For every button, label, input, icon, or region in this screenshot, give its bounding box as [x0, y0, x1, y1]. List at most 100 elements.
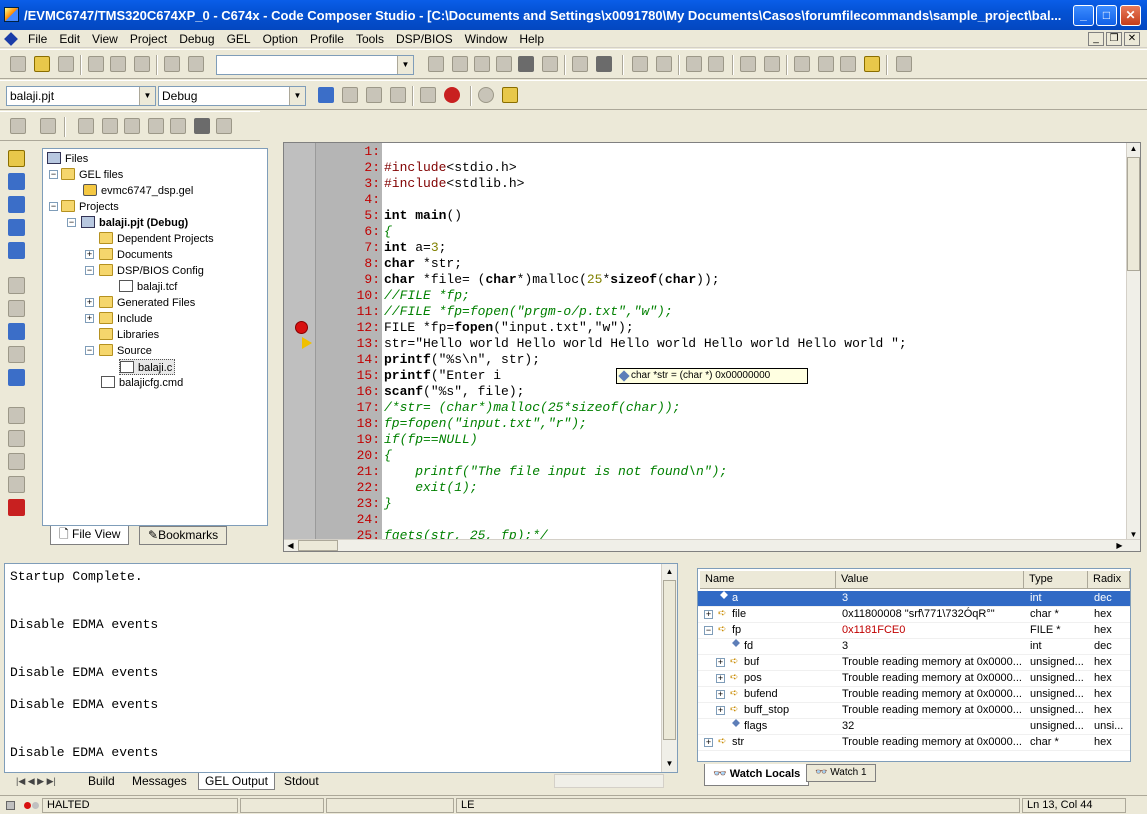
watch-row-str[interactable]: + ➪ str Trouble reading memory at 0x0000.…	[698, 735, 1130, 751]
tree-item-source-file[interactable]: balaji.c	[119, 359, 176, 375]
watch-row-buf[interactable]: + ➪ buf Trouble reading memory at 0x0000.…	[698, 655, 1130, 671]
set-pc-icon[interactable]	[8, 242, 25, 259]
watch-col-value[interactable]: Value	[836, 571, 1024, 589]
animate-icon[interactable]	[8, 369, 25, 386]
scroll-thumb[interactable]	[1127, 157, 1140, 271]
step-into-icon[interactable]	[8, 150, 25, 167]
menu-gel[interactable]: GEL	[221, 31, 257, 47]
project-combo[interactable]: balaji.pjt ▼	[6, 86, 156, 106]
print-icon[interactable]	[572, 56, 588, 72]
watch-col-radix[interactable]: Radix	[1088, 571, 1130, 589]
tab-file-view[interactable]: 🗋 File View	[50, 526, 130, 545]
tree-item-include[interactable]: Include	[99, 311, 152, 327]
replace-icon[interactable]	[542, 56, 558, 72]
copy-icon[interactable]	[110, 56, 126, 72]
align-right-icon[interactable]	[764, 56, 780, 72]
watch-row-pos[interactable]: + ➪ pos Trouble reading memory at 0x0000.…	[698, 671, 1130, 687]
pin-icon[interactable]	[794, 56, 810, 72]
collapse-icon[interactable]: −	[704, 626, 713, 635]
tree-item-source[interactable]: Source	[99, 343, 152, 359]
output-scrollbar[interactable]: ▲ ▼	[661, 564, 677, 772]
output-horizontal-scrollbar[interactable]	[554, 774, 664, 788]
menu-profile[interactable]: Profile	[304, 31, 350, 47]
disassembly-icon[interactable]	[124, 118, 140, 134]
collapse-icon[interactable]: −	[49, 202, 58, 211]
watch-row-file[interactable]: + ➪ file 0x11800008 "srf\771\732ÓqR°" char…	[698, 607, 1130, 623]
watch-window[interactable]: Name Value Type Radix a 3 int dec + ➪ file 0…	[697, 568, 1131, 762]
tree-item-documents[interactable]: Documents	[99, 247, 173, 263]
scroll-up-arrow-icon[interactable]: ▲	[1127, 143, 1140, 155]
scroll-right-arrow-icon[interactable]: ▶	[1113, 540, 1126, 552]
collapse-icon[interactable]: −	[85, 266, 94, 275]
tab-stdout[interactable]: Stdout	[278, 773, 325, 790]
menu-dspbios[interactable]: DSP/BIOS	[390, 31, 459, 47]
step-over-icon[interactable]	[8, 173, 25, 190]
scroll-thumb[interactable]	[663, 580, 676, 740]
breakpoints-window-icon[interactable]	[8, 430, 25, 447]
find-next-icon[interactable]	[452, 56, 468, 72]
expand-icon[interactable]: +	[85, 314, 94, 323]
run-to-cursor-icon[interactable]	[896, 56, 912, 72]
indent-right-icon[interactable]	[656, 56, 672, 72]
context-help-icon[interactable]	[596, 56, 612, 72]
tree-item-gel-file[interactable]: evmc6747_dsp.gel	[83, 183, 193, 199]
tab-nav-arrows-icon[interactable]: |◀ ◀ ▶ ▶|	[10, 773, 62, 790]
menu-option[interactable]: Option	[257, 31, 304, 47]
config-combo[interactable]: Debug ▼	[158, 86, 306, 106]
watch-row-bufend[interactable]: + ➪ bufend Trouble reading memory at 0x00…	[698, 687, 1130, 703]
watch-row-flags[interactable]: flags 32 unsigned... unsi...	[698, 719, 1130, 735]
glasses-icon[interactable]	[40, 118, 56, 134]
scroll-up-arrow-icon[interactable]: ▲	[663, 566, 676, 578]
find-icon[interactable]	[428, 56, 444, 72]
menu-help[interactable]: Help	[513, 31, 550, 47]
watch-row-a[interactable]: a 3 int dec	[698, 591, 1130, 607]
expand-icon[interactable]: +	[704, 738, 713, 747]
new-file-icon[interactable]	[10, 56, 26, 72]
code-area[interactable]: #include<stdio.h> #include<stdlib.h> int…	[382, 143, 1128, 541]
watch-window-icon[interactable]	[10, 118, 26, 134]
indent-left-icon[interactable]	[632, 56, 648, 72]
menu-project[interactable]: Project	[124, 31, 173, 47]
find-in-files-icon[interactable]	[496, 56, 512, 72]
code-editor[interactable]: 1: 2: 3: 4: 5: 6: 7: 8: 9: 10: 11: 12: 13: 14: 15: 16: 1…	[283, 142, 1141, 552]
tab-messages[interactable]: Messages	[126, 773, 193, 790]
probe-point-icon[interactable]	[8, 453, 25, 470]
asm-step-over-icon[interactable]	[8, 300, 25, 317]
save-icon[interactable]	[58, 56, 74, 72]
tab-watch-1[interactable]: 👓 Watch 1	[806, 764, 876, 782]
compile-icon[interactable]	[318, 87, 334, 103]
chevron-down-icon[interactable]: ▼	[289, 87, 305, 105]
tree-item-generated-files[interactable]: Generated Files	[99, 295, 195, 311]
menu-debug[interactable]: Debug	[173, 31, 220, 47]
align-left-icon[interactable]	[740, 56, 756, 72]
graph-icon[interactable]	[170, 118, 186, 134]
mdi-minimize-button[interactable]: _	[1088, 32, 1104, 46]
tree-item-dependent-projects[interactable]: Dependent Projects	[99, 231, 214, 247]
collapse-icon[interactable]: −	[85, 346, 94, 355]
expand-icon[interactable]: +	[716, 674, 725, 683]
scroll-left-arrow-icon[interactable]: ◀	[284, 540, 297, 552]
toggle-breakpoint-icon[interactable]	[8, 499, 25, 516]
bookmark-icon[interactable]	[686, 56, 702, 72]
build-icon[interactable]	[342, 87, 358, 103]
editor-horizontal-scrollbar[interactable]: ◀ ▶	[284, 539, 1140, 551]
open-folder-icon[interactable]	[34, 56, 50, 72]
scroll-thumb[interactable]	[298, 540, 338, 551]
output-window[interactable]: Startup Complete. Disable EDMA events Di…	[4, 563, 678, 773]
memory-icon[interactable]	[78, 118, 94, 134]
call-stack-icon[interactable]	[148, 118, 164, 134]
expand-icon[interactable]: +	[716, 690, 725, 699]
expand-icon[interactable]: +	[704, 610, 713, 619]
tree-item-cmd-file[interactable]: balajicfg.cmd	[101, 375, 183, 391]
maximize-button[interactable]: □	[1096, 5, 1117, 26]
image-icon[interactable]	[194, 118, 210, 134]
tree-item-tcf[interactable]: balaji.tcf	[119, 279, 177, 295]
tree-item-dspbios-config[interactable]: DSP/BIOS Config	[99, 263, 204, 279]
paste-icon[interactable]	[134, 56, 150, 72]
tab-build[interactable]: Build	[82, 773, 121, 790]
stop-build-icon[interactable]	[390, 87, 406, 103]
watch-row-fd[interactable]: fd 3 int dec	[698, 639, 1130, 655]
hand-icon[interactable]	[420, 87, 436, 103]
chevron-down-icon[interactable]: ▼	[139, 87, 155, 105]
step-out-icon[interactable]	[8, 196, 25, 213]
